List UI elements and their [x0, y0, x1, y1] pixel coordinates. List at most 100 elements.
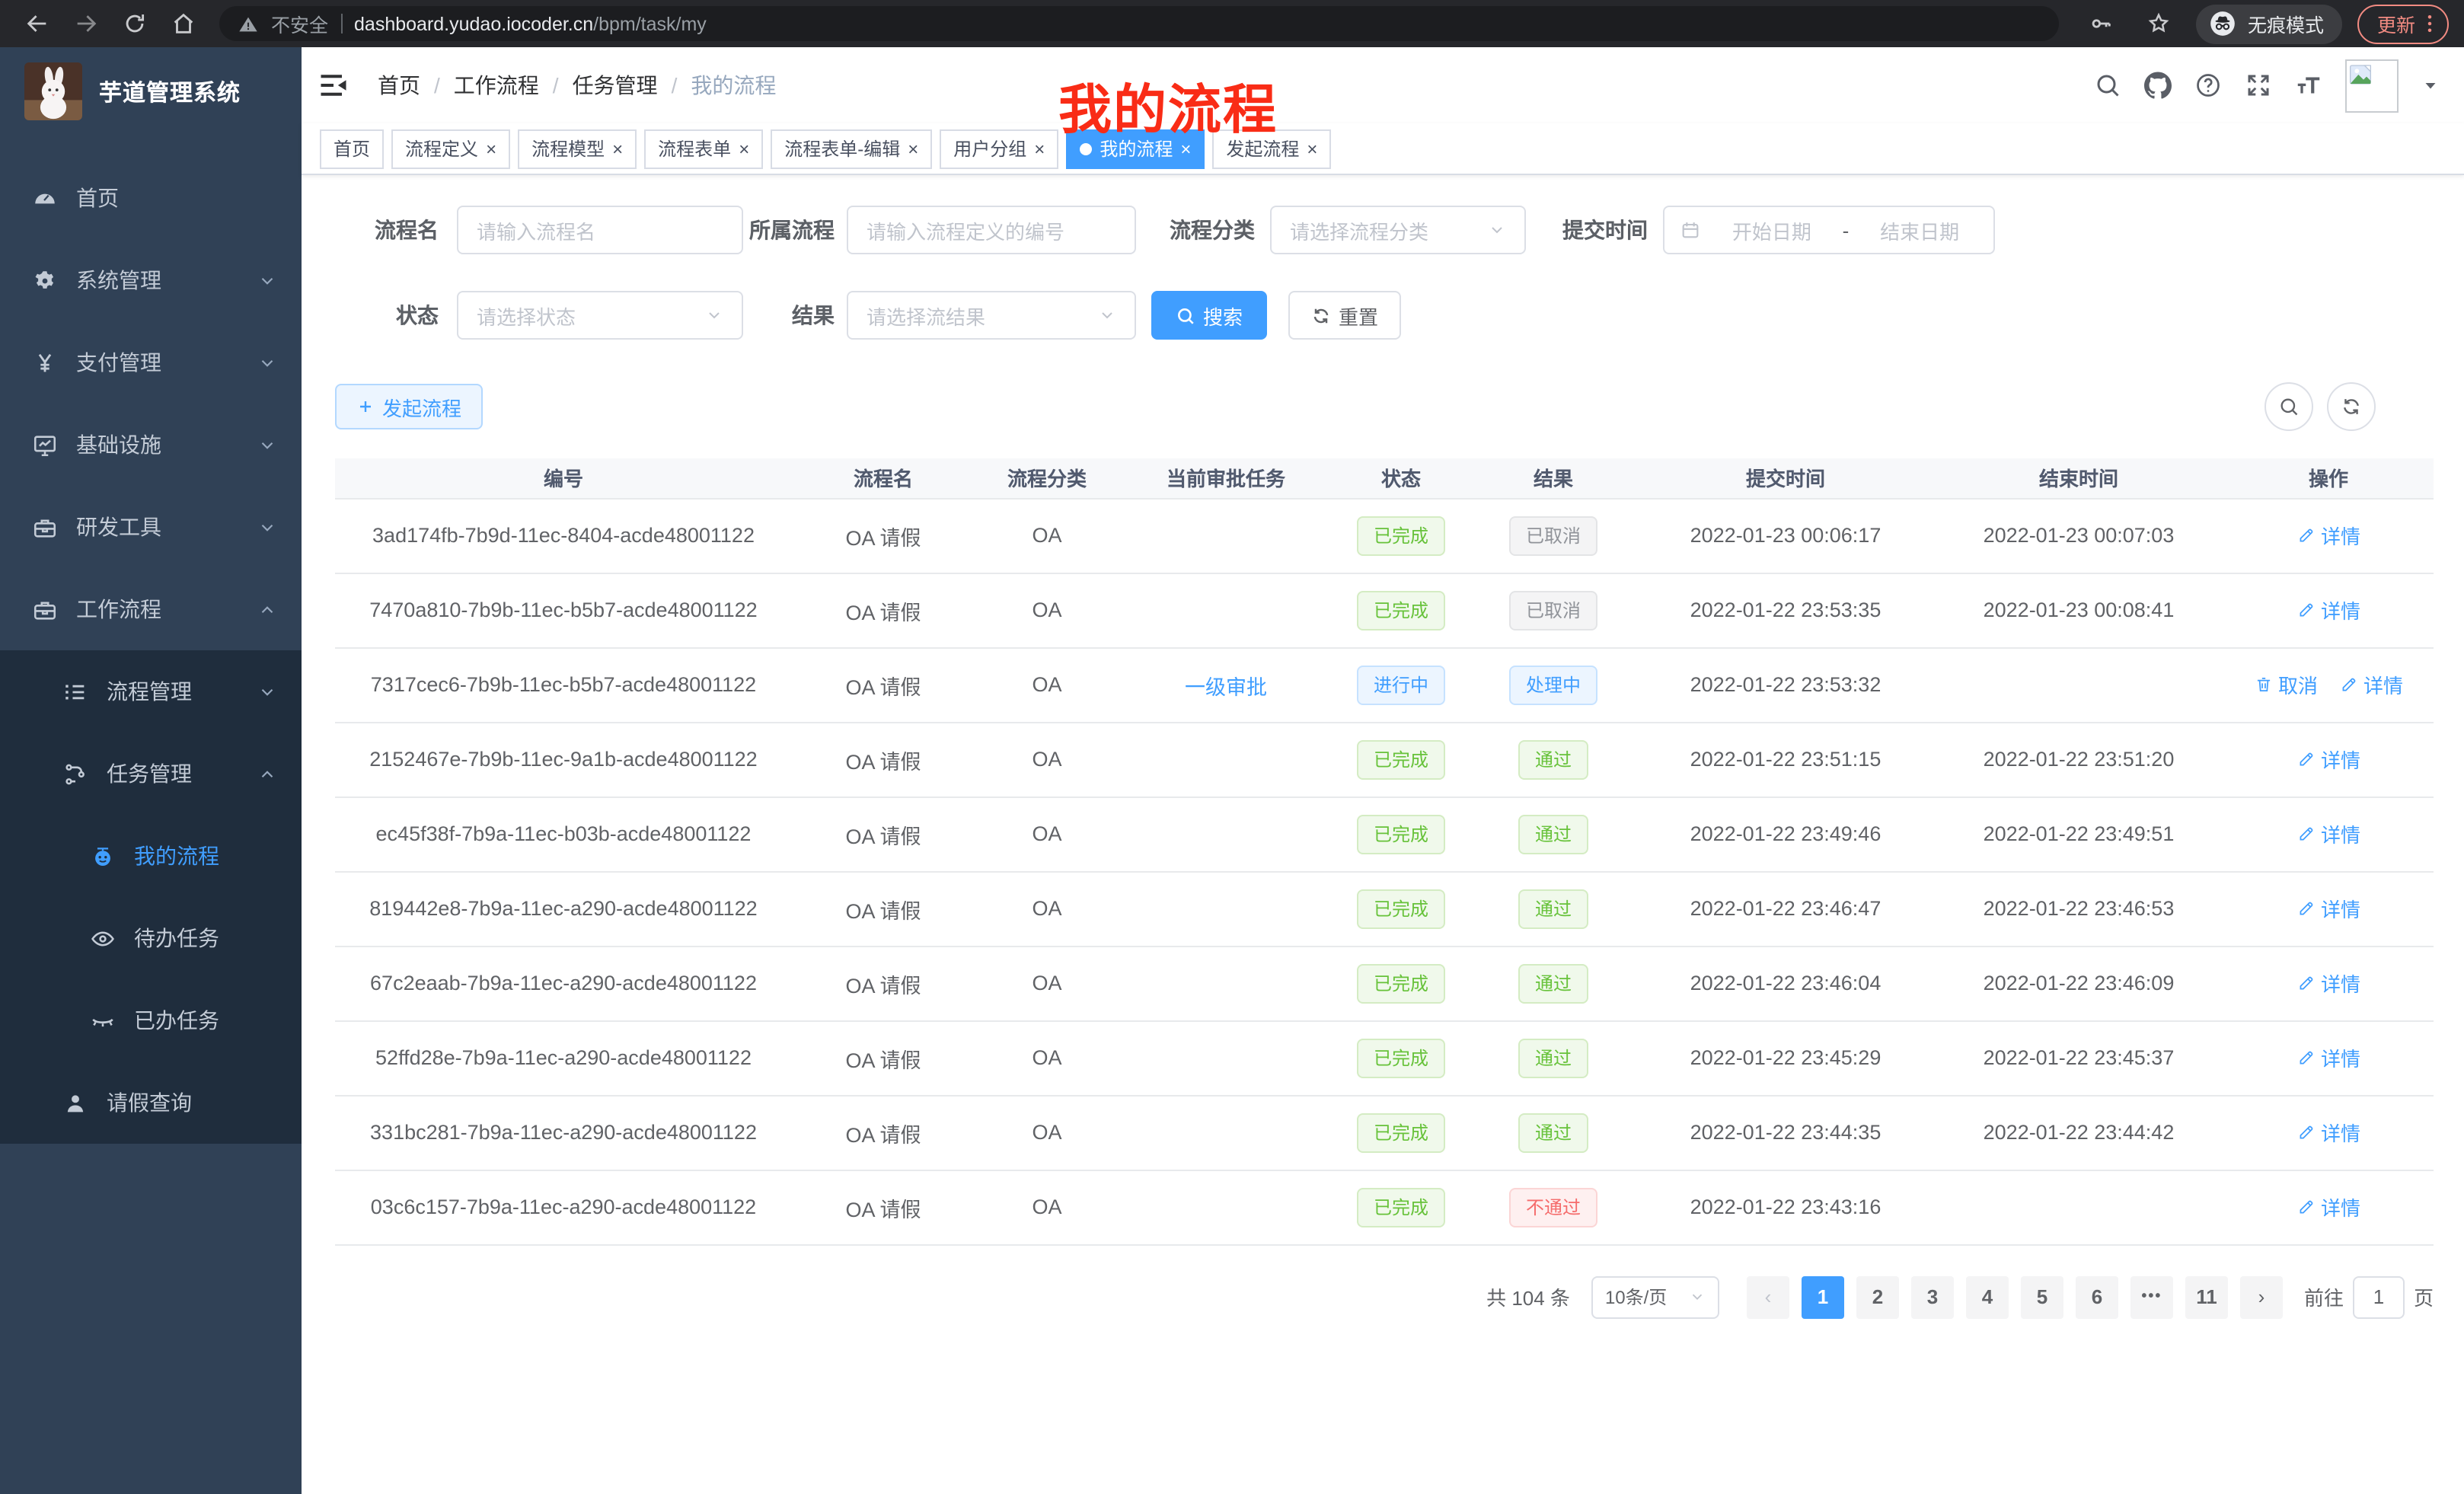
- sidebar-item-7[interactable]: 任务管理: [0, 733, 302, 815]
- submit-time-range-input[interactable]: 开始日期 - 结束日期: [1663, 206, 1995, 254]
- tab-1[interactable]: 流程定义×: [391, 129, 510, 168]
- github-icon[interactable]: [2144, 72, 2172, 99]
- address-bar[interactable]: 不安全 dashboard.yudao.iocoder.cn/bpm/task/…: [219, 6, 2059, 41]
- close-icon[interactable]: ×: [1307, 139, 1317, 158]
- detail-link[interactable]: 详情: [2296, 1043, 2360, 1072]
- search-button[interactable]: 搜索: [1151, 291, 1267, 340]
- process-name-input[interactable]: 请输入流程名: [457, 206, 743, 254]
- app-logo: [24, 62, 82, 120]
- breadcrumb-item[interactable]: 任务管理: [573, 70, 658, 101]
- kebab-menu-icon[interactable]: [2418, 12, 2441, 35]
- close-icon[interactable]: ×: [739, 139, 749, 158]
- detail-link[interactable]: 详情: [2296, 1118, 2360, 1147]
- sidebar-item-6[interactable]: 流程管理: [0, 650, 302, 733]
- help-icon[interactable]: [2194, 72, 2222, 99]
- tab-0[interactable]: 首页: [320, 129, 384, 168]
- breadcrumb-item[interactable]: 工作流程: [454, 70, 539, 101]
- sidebar-item-2[interactable]: 支付管理: [0, 321, 302, 404]
- search-icon[interactable]: [2094, 72, 2121, 99]
- cell-current-task: [1119, 1170, 1333, 1244]
- cell-id: 331bc281-7b9a-11ec-a290-acde48001122: [335, 1095, 792, 1170]
- detail-link[interactable]: 详情: [2296, 969, 2360, 998]
- cell-actions: 详情: [2223, 1095, 2434, 1170]
- page-button-2[interactable]: 2: [1856, 1275, 1899, 1318]
- reload-icon[interactable]: [113, 5, 155, 42]
- sidebar-item-8[interactable]: 我的流程: [0, 815, 302, 897]
- sidebar-item-11[interactable]: 请假查询: [0, 1061, 302, 1144]
- sidebar-item-1[interactable]: 系统管理: [0, 239, 302, 321]
- cell-result: 通过: [1470, 946, 1637, 1020]
- cell-status: 已完成: [1333, 1095, 1470, 1170]
- app-logo-row[interactable]: 芋道管理系统: [0, 47, 302, 136]
- detail-link[interactable]: 详情: [2296, 894, 2360, 923]
- avatar[interactable]: [2345, 59, 2399, 112]
- key-icon[interactable]: [2080, 5, 2123, 42]
- breadcrumb-item[interactable]: 首页: [378, 70, 420, 101]
- show-search-button[interactable]: [2265, 382, 2313, 431]
- forward-icon[interactable]: [64, 5, 107, 42]
- fullscreen-icon[interactable]: [2245, 72, 2272, 99]
- refresh-table-button[interactable]: [2327, 382, 2376, 431]
- home-icon[interactable]: [161, 5, 204, 42]
- close-icon[interactable]: ×: [486, 139, 496, 158]
- create-process-button[interactable]: 发起流程: [335, 384, 483, 429]
- update-button[interactable]: 更新: [2357, 4, 2449, 43]
- cell-status: 已完成: [1333, 871, 1470, 946]
- page-button-11[interactable]: 11: [2185, 1275, 2228, 1318]
- tab-2[interactable]: 流程模型×: [518, 129, 637, 168]
- reset-button[interactable]: 重置: [1288, 291, 1401, 340]
- chevron-down-icon: [257, 270, 277, 290]
- sidebar-item-5[interactable]: 工作流程: [0, 568, 302, 650]
- category-select[interactable]: 请选择流程分类: [1270, 206, 1526, 254]
- close-icon[interactable]: ×: [612, 139, 623, 158]
- cell-category: OA: [975, 1095, 1119, 1170]
- back-icon[interactable]: [15, 5, 58, 42]
- page-button-5[interactable]: 5: [2021, 1275, 2063, 1318]
- cell-status: 进行中: [1333, 647, 1470, 722]
- detail-link[interactable]: 详情: [2296, 745, 2360, 774]
- sidebar-collapse-icon[interactable]: [317, 69, 350, 102]
- tab-4[interactable]: 流程表单-编辑×: [771, 129, 932, 168]
- page-size-select[interactable]: 10条/页: [1591, 1275, 1719, 1318]
- prev-page-button[interactable]: ‹: [1747, 1275, 1789, 1318]
- status-select[interactable]: 请选择状态: [457, 291, 743, 340]
- detail-link[interactable]: 详情: [2296, 595, 2360, 624]
- sidebar-item-10[interactable]: 已办任务: [0, 979, 302, 1061]
- result-badge: 处理中: [1509, 665, 1597, 704]
- close-icon[interactable]: ×: [908, 139, 918, 158]
- detail-link[interactable]: 详情: [2296, 1192, 2360, 1221]
- page-button-4[interactable]: 4: [1966, 1275, 2009, 1318]
- briefcase-icon: [30, 595, 58, 623]
- process-table: 编号流程名流程分类当前审批任务状态结果提交时间结束时间操作 3ad174fb-7…: [335, 458, 2434, 1245]
- cell-status: 已完成: [1333, 1020, 1470, 1095]
- cancel-link[interactable]: 取消: [2254, 670, 2318, 699]
- cell-end-time: 2022-01-22 23:51:20: [1934, 722, 2223, 796]
- sidebar-item-0[interactable]: 首页: [0, 157, 302, 239]
- tab-5[interactable]: 用户分组×: [940, 129, 1058, 168]
- star-icon[interactable]: [2138, 5, 2181, 42]
- cell-current-task[interactable]: 一级审批: [1119, 647, 1333, 722]
- detail-link[interactable]: 详情: [2296, 819, 2360, 848]
- detail-link[interactable]: 详情: [2296, 521, 2360, 550]
- screenshot-root: 不安全 dashboard.yudao.iocoder.cn/bpm/task/…: [0, 0, 2464, 1494]
- page-ellipsis[interactable]: •••: [2130, 1275, 2173, 1318]
- calendar-icon: [1680, 219, 1701, 241]
- goto-page-input[interactable]: 1: [2353, 1275, 2405, 1318]
- detail-link[interactable]: 详情: [2339, 670, 2403, 699]
- process-def-input[interactable]: 请输入流程定义的编号: [847, 206, 1136, 254]
- page-button-1[interactable]: 1: [1802, 1275, 1844, 1318]
- sidebar-item-4[interactable]: 研发工具: [0, 486, 302, 568]
- result-select[interactable]: 请选择流结果: [847, 291, 1136, 340]
- chevron-down-icon[interactable]: [2421, 76, 2440, 94]
- close-icon[interactable]: ×: [1034, 139, 1045, 158]
- cell-actions: 详情: [2223, 946, 2434, 1020]
- sidebar-item-3[interactable]: 基础设施: [0, 404, 302, 486]
- page-button-3[interactable]: 3: [1911, 1275, 1954, 1318]
- page-button-6[interactable]: 6: [2076, 1275, 2118, 1318]
- cell-id: 3ad174fb-7b9d-11ec-8404-acde48001122: [335, 498, 792, 573]
- sidebar-item-9[interactable]: 待办任务: [0, 897, 302, 979]
- next-page-button[interactable]: ›: [2240, 1275, 2283, 1318]
- tab-3[interactable]: 流程表单×: [644, 129, 763, 168]
- cell-end-time: 2022-01-22 23:45:37: [1934, 1020, 2223, 1095]
- font-size-icon[interactable]: [2295, 72, 2322, 99]
